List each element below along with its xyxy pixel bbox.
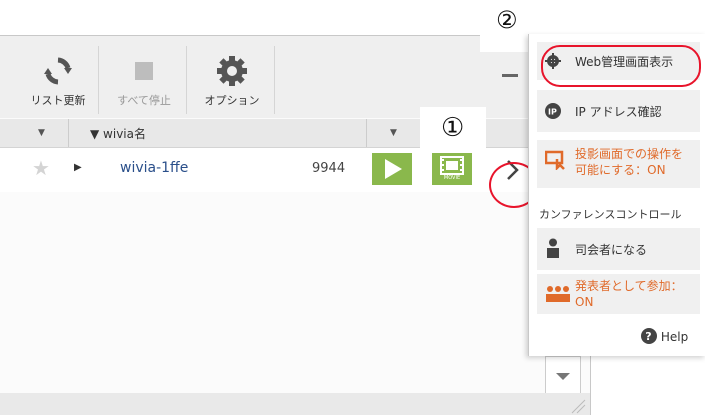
help-icon: ?	[641, 328, 657, 344]
play-button[interactable]	[372, 153, 412, 185]
refresh-icon	[41, 54, 75, 88]
toolbar-divider	[274, 46, 275, 114]
join-presenter-label: 発表者として参加： ON	[575, 278, 683, 310]
wivia-name-header[interactable]: ▼ wivia名	[90, 125, 146, 142]
options-button[interactable]: オプション	[202, 48, 262, 118]
header-divider	[68, 119, 69, 147]
remote-control-icon	[544, 150, 567, 174]
movie-label: MOVIE	[443, 175, 461, 181]
chevron-down-icon	[556, 373, 570, 380]
projection-control-label: 投影画面での操作を 可能にする：ON	[575, 146, 683, 178]
group-icon	[545, 286, 571, 306]
sort-caret-icon[interactable]: ▼	[38, 128, 45, 138]
projection-control-line1: 投影画面での操作を	[575, 147, 684, 161]
resize-grip-icon[interactable]	[566, 394, 586, 414]
wivia-name[interactable]: wivia-1ffe	[120, 160, 188, 176]
scroll-down-button[interactable]	[545, 356, 581, 398]
wivia-number: 9944	[312, 161, 346, 176]
menu-item-ip-check[interactable]: IP IP アドレス確認	[537, 90, 700, 132]
menu-item-projection-control[interactable]: 投影画面での操作を 可能にする：ON	[537, 140, 700, 188]
highlight-circle	[541, 45, 701, 87]
projection-control-line2: 可能にする：ON	[575, 163, 666, 177]
header-divider	[366, 119, 367, 147]
list-header: ▼ ▼ wivia名 ▼	[0, 119, 590, 148]
minimize-icon[interactable]	[502, 74, 518, 77]
toolbar-divider	[98, 46, 99, 114]
stop-all-button[interactable]: すべて停止	[114, 48, 174, 118]
callout-number-2: ②	[496, 6, 518, 34]
callout-number-1: ①	[441, 113, 465, 143]
svg-text:IP: IP	[548, 108, 557, 117]
options-label: オプション	[204, 94, 260, 107]
join-presenter-line1: 発表者として参加：	[575, 279, 683, 293]
ip-check-label: IP アドレス確認	[575, 105, 662, 119]
sort-caret-icon[interactable]: ▼	[390, 128, 397, 138]
menu-item-join-presenter[interactable]: 発表者として参加： ON	[537, 274, 700, 314]
wivia-main-window: リスト更新 すべて停止 オプション ▼ ▼ wivia名 ▼ ★ ▶ wivia…	[0, 35, 591, 415]
svg-text:?: ?	[645, 330, 651, 343]
help-link[interactable]: ? Help	[641, 328, 688, 344]
refresh-list-button[interactable]: リスト更新	[28, 48, 88, 118]
toolbar-divider	[186, 46, 187, 114]
conference-section-title: カンファレンスコントロール	[539, 208, 682, 221]
expand-icon[interactable]: ▶	[74, 162, 82, 173]
play-icon	[385, 159, 402, 179]
status-bar	[0, 393, 590, 415]
star-icon[interactable]: ★	[32, 156, 50, 180]
help-label: Help	[660, 330, 689, 344]
person-icon	[545, 238, 561, 262]
become-moderator-label: 司会者になる	[575, 243, 648, 257]
movie-button[interactable]: MOVIE	[432, 153, 472, 185]
stop-all-label: すべて停止	[117, 94, 171, 107]
gear-icon	[215, 54, 249, 88]
refresh-list-label: リスト更新	[30, 94, 86, 107]
menu-item-become-moderator[interactable]: 司会者になる	[537, 228, 700, 270]
stop-icon	[127, 54, 161, 88]
join-presenter-line2: ON	[575, 295, 594, 309]
ip-icon: IP	[545, 103, 561, 123]
